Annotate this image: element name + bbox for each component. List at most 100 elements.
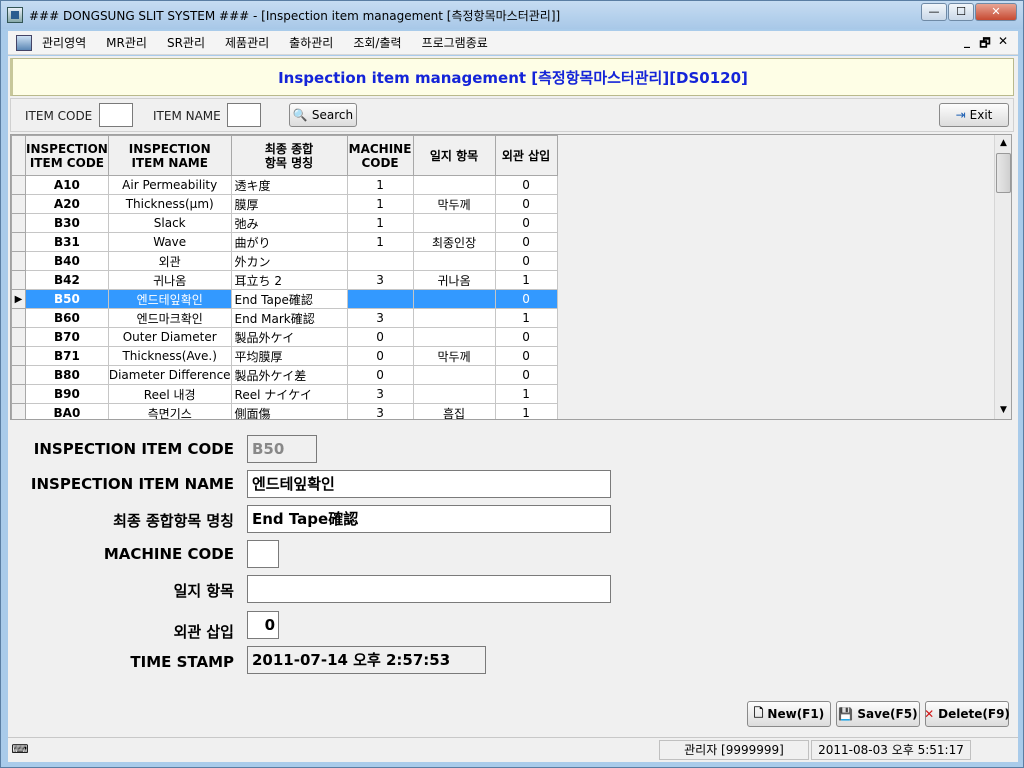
table-row[interactable]: B40 외관 外カン 0: [11, 251, 558, 271]
cell-appearance[interactable]: 0: [494, 346, 558, 366]
table-row[interactable]: B71 Thickness(Ave.) 平均膜厚 0 막두께 0: [11, 346, 558, 366]
cell-journal-item[interactable]: [412, 289, 496, 309]
name-field[interactable]: 엔드테잎확인: [247, 470, 611, 498]
exit-button[interactable]: ⇥ Exit: [939, 103, 1009, 127]
cell-appearance[interactable]: 1: [494, 384, 558, 404]
cell-journal-item[interactable]: [412, 327, 496, 347]
cell-journal-item[interactable]: [412, 365, 496, 385]
new-button[interactable]: 🗋 New(F1): [747, 701, 831, 727]
cell-final-name[interactable]: 外カン: [230, 251, 348, 271]
column-header-item-code[interactable]: INSPECTION ITEM CODE: [25, 135, 109, 176]
cell-item-name[interactable]: Diameter Difference: [107, 365, 232, 385]
cell-item-code[interactable]: A20: [25, 194, 109, 214]
grid-scrollbar[interactable]: ▲ ▼: [994, 135, 1011, 419]
cell-machine-code[interactable]: [346, 251, 414, 271]
cell-appearance[interactable]: 1: [494, 308, 558, 328]
journal-item-field[interactable]: [247, 575, 611, 603]
cell-item-code[interactable]: B70: [25, 327, 109, 347]
cell-appearance[interactable]: 1: [494, 270, 558, 290]
column-header-appearance[interactable]: 외관 삽입: [494, 135, 558, 176]
table-row[interactable]: BA0 측면기스 側面傷 3 흠집 1: [11, 403, 558, 419]
row-header[interactable]: [11, 365, 26, 385]
maximize-icon[interactable]: ☐: [948, 3, 974, 21]
row-header[interactable]: [11, 251, 26, 271]
delete-button[interactable]: ✕ Delete(F9): [924, 701, 1010, 727]
cell-appearance[interactable]: 0: [494, 251, 558, 271]
cell-item-name[interactable]: Reel 내경: [107, 384, 232, 404]
machine-code-field[interactable]: [247, 540, 279, 568]
cell-journal-item[interactable]: [412, 308, 496, 328]
cell-item-code[interactable]: B60: [25, 308, 109, 328]
row-header[interactable]: [11, 403, 26, 419]
cell-appearance[interactable]: 0: [494, 175, 558, 195]
cell-appearance[interactable]: 0: [494, 327, 558, 347]
cell-final-name[interactable]: 製品外ケイ差: [230, 365, 348, 385]
cell-appearance[interactable]: 1: [494, 403, 558, 419]
table-row[interactable]: B31 Wave 曲がり 1 최종인장 0: [11, 232, 558, 252]
cell-item-code[interactable]: B42: [25, 270, 109, 290]
cell-item-name[interactable]: Thickness(µm): [107, 194, 232, 214]
row-header[interactable]: ▶: [11, 289, 26, 309]
column-header-final-name[interactable]: 최종 종합 항목 명칭: [230, 135, 348, 176]
cell-appearance[interactable]: 0: [494, 213, 558, 233]
minimize-icon[interactable]: —: [921, 3, 947, 21]
cell-item-code[interactable]: B80: [25, 365, 109, 385]
cell-item-code[interactable]: B71: [25, 346, 109, 366]
cell-item-name[interactable]: 엔드마크확인: [107, 308, 232, 328]
row-header[interactable]: [11, 232, 26, 252]
menu-item-product[interactable]: 제품관리: [225, 34, 269, 51]
cell-appearance[interactable]: 0: [494, 365, 558, 385]
table-row[interactable]: A10 Air Permeability 透キ度 1 0: [11, 175, 558, 195]
cell-final-name[interactable]: End Mark確認: [230, 308, 348, 328]
table-row[interactable]: B60 엔드마크확인 End Mark確認 3 1: [11, 308, 558, 328]
cell-item-name[interactable]: 귀나옴: [107, 270, 232, 290]
cell-item-code[interactable]: BA0: [25, 403, 109, 419]
row-header[interactable]: [11, 346, 26, 366]
cell-final-name[interactable]: 透キ度: [230, 175, 348, 195]
mdi-minimize-icon[interactable]: _: [958, 34, 976, 55]
menu-item-shipping[interactable]: 출하관리: [289, 34, 333, 51]
cell-journal-item[interactable]: [412, 384, 496, 404]
row-header[interactable]: [11, 175, 26, 195]
cell-machine-code[interactable]: 3: [346, 403, 414, 419]
cell-journal-item[interactable]: [412, 213, 496, 233]
save-button[interactable]: 💾 Save(F5): [836, 701, 920, 727]
cell-journal-item[interactable]: [412, 175, 496, 195]
cell-item-name[interactable]: Air Permeability: [107, 175, 232, 195]
cell-final-name[interactable]: 製品外ケイ: [230, 327, 348, 347]
row-header[interactable]: [11, 213, 26, 233]
cell-journal-item[interactable]: 막두께: [412, 346, 496, 366]
menu-item-exit-program[interactable]: 프로그램종료: [422, 34, 488, 51]
table-row[interactable]: B90 Reel 내경 Reel ナイケイ 3 1: [11, 384, 558, 404]
row-header[interactable]: [11, 270, 26, 290]
cell-item-name[interactable]: Wave: [107, 232, 232, 252]
column-header-journal-item[interactable]: 일지 항목: [412, 135, 496, 176]
cell-item-code[interactable]: B30: [25, 213, 109, 233]
cell-item-name[interactable]: 측면기스: [107, 403, 232, 419]
row-header[interactable]: [11, 308, 26, 328]
table-row[interactable]: B42 귀나옴 耳立ち 2 3 귀나옴 1: [11, 270, 558, 290]
table-row[interactable]: A20 Thickness(µm) 膜厚 1 막두께 0: [11, 194, 558, 214]
inspection-item-grid[interactable]: INSPECTION ITEM CODE INSPECTION ITEM NAM…: [10, 134, 1012, 420]
table-row[interactable]: ▶ B50 엔드테잎확인 End Tape確認 0: [11, 289, 558, 309]
scroll-thumb[interactable]: [996, 153, 1011, 193]
row-header[interactable]: [11, 194, 26, 214]
cell-appearance[interactable]: 0: [494, 289, 558, 309]
cell-final-name[interactable]: 膜厚: [230, 194, 348, 214]
cell-final-name[interactable]: 曲がり: [230, 232, 348, 252]
column-header-item-name[interactable]: INSPECTION ITEM NAME: [107, 135, 232, 176]
close-icon[interactable]: ✕: [975, 3, 1017, 21]
cell-final-name[interactable]: 平均膜厚: [230, 346, 348, 366]
cell-machine-code[interactable]: 1: [346, 175, 414, 195]
cell-final-name[interactable]: 弛み: [230, 213, 348, 233]
menu-item-admin-area[interactable]: 관리영역: [42, 34, 86, 51]
cell-journal-item[interactable]: 막두께: [412, 194, 496, 214]
cell-machine-code[interactable]: 1: [346, 232, 414, 252]
cell-item-code[interactable]: A10: [25, 175, 109, 195]
cell-journal-item[interactable]: 흠집: [412, 403, 496, 419]
cell-item-name[interactable]: 외관: [107, 251, 232, 271]
cell-item-code[interactable]: B90: [25, 384, 109, 404]
cell-machine-code[interactable]: 0: [346, 346, 414, 366]
cell-machine-code[interactable]: 1: [346, 194, 414, 214]
cell-machine-code[interactable]: 3: [346, 384, 414, 404]
